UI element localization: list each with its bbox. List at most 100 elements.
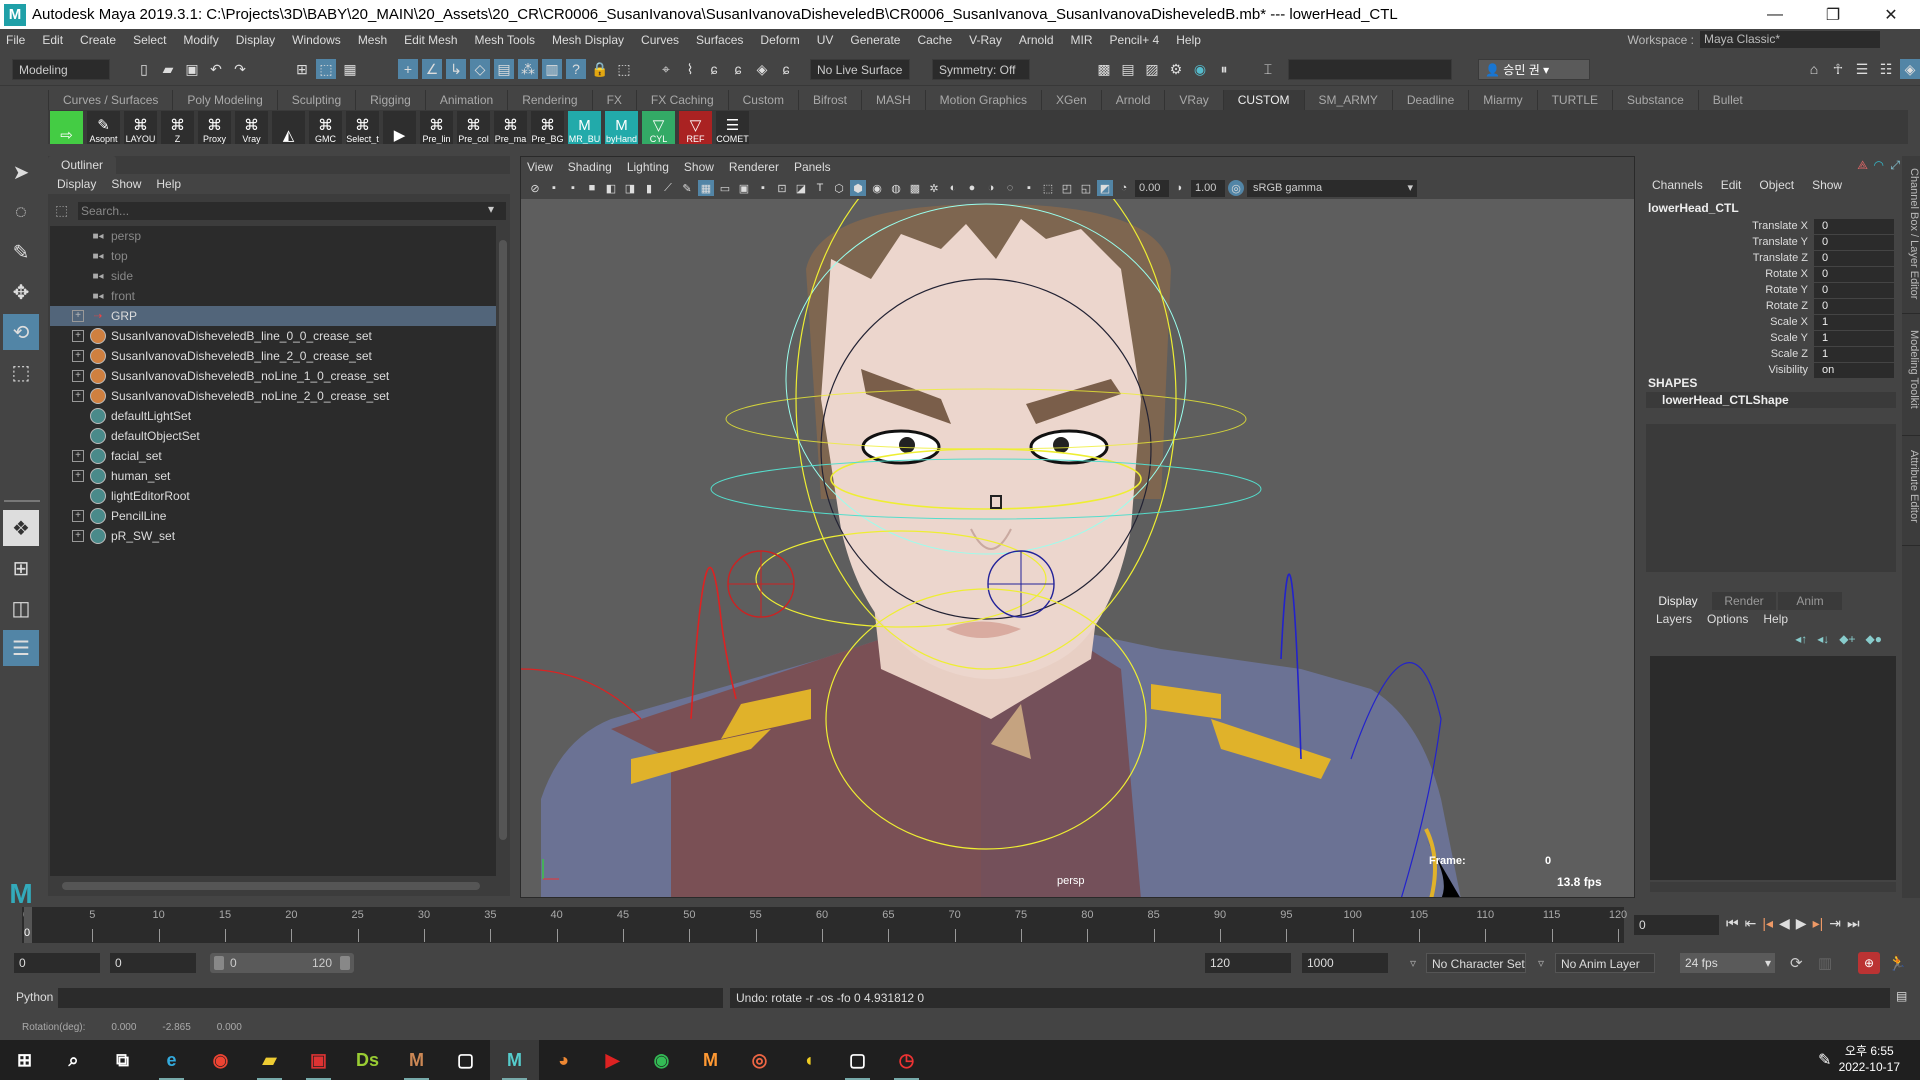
cb-menu-object[interactable]: Object <box>1759 178 1794 192</box>
select-camera-icon[interactable]: ⊘ <box>527 180 543 196</box>
channel-value-field[interactable]: on <box>1814 362 1894 378</box>
menu-deform[interactable]: Deform <box>760 33 799 47</box>
app-icon-yellow[interactable]: ◖ <box>784 1040 833 1080</box>
channel-label[interactable]: Rotate Z <box>1640 300 1814 312</box>
audio-icon[interactable]: ▥ <box>1818 954 1832 972</box>
marvelous-app-icon[interactable]: M <box>392 1040 441 1080</box>
expand-icon[interactable]: + <box>72 310 84 322</box>
layer-menu-layers[interactable]: Layers <box>1656 612 1692 626</box>
outliner-item[interactable]: defaultLightSet <box>50 406 496 426</box>
vp-menu-renderer[interactable]: Renderer <box>729 160 779 174</box>
shelf-tab-deadline[interactable]: Deadline <box>1391 90 1469 110</box>
outliner-item[interactable]: + ⇢ GRP <box>50 306 496 326</box>
paint-select-tool-icon[interactable]: ✎ <box>3 234 39 270</box>
chrome-icon[interactable]: ◉ <box>196 1040 245 1080</box>
menu-curves[interactable]: Curves <box>641 33 679 47</box>
snap-projected-icon[interactable]: ◇ <box>470 59 490 79</box>
xray-components-icon[interactable]: ◩ <box>1097 180 1113 196</box>
rotate-manip-icon[interactable]: ◠ <box>1874 158 1884 172</box>
modeling-toolkit-icon[interactable]: ⌂ <box>1804 59 1824 79</box>
snap-grid-icon[interactable]: + <box>398 59 418 79</box>
textured-icon[interactable]: ▩ <box>907 180 923 196</box>
shelf-tab-turtle[interactable]: TURTLE <box>1536 90 1613 110</box>
outliner-item[interactable]: ■◂ front <box>50 286 496 306</box>
shelf-tab-sm-army[interactable]: SM_ARMY <box>1303 90 1392 110</box>
camera-icon-3[interactable]: ◨ <box>622 180 638 196</box>
channel-value-field[interactable]: 0 <box>1814 298 1894 314</box>
shelf-button-vray[interactable]: ⌘ Vray <box>235 110 268 144</box>
step-back-key-icon[interactable]: ⇤ <box>1745 915 1757 932</box>
character-set-dropdown[interactable]: No Character Set <box>1426 953 1526 973</box>
shelf-button-asopnt[interactable]: ✎ Asopnt <box>87 110 120 144</box>
auto-key-icon[interactable]: ⊕ <box>1858 952 1880 974</box>
shelf-button-icon-0[interactable]: ⇨ <box>50 110 83 144</box>
app-icon-green-circle[interactable]: ◉ <box>637 1040 686 1080</box>
tab-modeling-toolkit[interactable]: Modeling Toolkit <box>1902 326 1920 436</box>
resolution-gate-icon[interactable]: ▣ <box>736 180 752 196</box>
app-icon-green[interactable]: ▢ <box>441 1040 490 1080</box>
snap-edge-icon[interactable]: ▥ <box>542 59 562 79</box>
expand-icon[interactable]: + <box>72 350 84 362</box>
wireframe-icon[interactable]: ⬡ <box>831 180 847 196</box>
render-view-icon[interactable]: ▤ <box>1118 59 1138 79</box>
outliner-menu-help[interactable]: Help <box>156 177 181 191</box>
shadows-icon[interactable]: ◐ <box>945 180 961 196</box>
layer-horizontal-scrollbar[interactable] <box>1650 882 1896 892</box>
new-scene-icon[interactable]: ▯ <box>134 59 154 79</box>
character-set-arrow-icon[interactable]: ▿ <box>1410 956 1416 970</box>
select-component-icon[interactable]: ▦ <box>340 59 360 79</box>
outliner-item[interactable]: + SusanIvanovaDisheveledB_noLine_2_0_crea… <box>50 386 496 406</box>
vp-menu-shading[interactable]: Shading <box>568 160 612 174</box>
outliner-search-input[interactable]: Search... <box>78 202 506 220</box>
depth-of-field-icon[interactable]: ▪ <box>1021 180 1037 196</box>
outliner-tab[interactable]: Outliner <box>48 156 116 174</box>
outliner-item[interactable]: ■◂ persp <box>50 226 496 246</box>
gamma-icon[interactable]: ◗ <box>1172 180 1188 196</box>
channel-label[interactable]: Scale Z <box>1640 348 1814 360</box>
use-lights-icon[interactable]: ✲ <box>926 180 942 196</box>
layer-tab-display[interactable]: Display <box>1646 592 1710 610</box>
playback-end-field[interactable]: 120 <box>1205 953 1291 973</box>
time-ruler[interactable]: 0 5 10 15 20 25 30 35 40 45 50 55 60 65 70 75 80 85 90 95 10… <box>22 907 1627 943</box>
viewport-panel[interactable]: View Shading Lighting Show Renderer Pane… <box>520 156 1635 898</box>
play-backwards-icon[interactable]: ◀ <box>1779 915 1790 932</box>
expand-icon[interactable]: + <box>72 510 84 522</box>
menu-vray[interactable]: V-Ray <box>969 33 1002 47</box>
go-to-start-icon[interactable]: ⏮ <box>1726 915 1739 932</box>
film-gate-icon[interactable]: ▭ <box>717 180 733 196</box>
channel-value-field[interactable]: 0 <box>1814 234 1894 250</box>
wireframe-on-shaded-icon[interactable]: ◍ <box>888 180 904 196</box>
command-language[interactable]: Python <box>16 990 53 1004</box>
tool-settings-icon[interactable]: ☷ <box>1876 59 1896 79</box>
tab-channel-box-layer-editor[interactable]: Channel Box / Layer Editor <box>1902 164 1920 314</box>
anim-layer-arrow-icon[interactable]: ▿ <box>1538 956 1544 970</box>
camera-attributes-icon[interactable]: ▪ <box>546 180 562 196</box>
end-time-field[interactable]: 1000 <box>1302 953 1388 973</box>
shelf-button-layou[interactable]: ⌘ LAYOU <box>124 110 157 144</box>
playback-start-field[interactable]: 0 <box>110 953 196 973</box>
grid-icon[interactable]: ▦ <box>698 180 714 196</box>
outliner-menu-display[interactable]: Display <box>57 177 96 191</box>
vp-menu-panels[interactable]: Panels <box>794 160 831 174</box>
user-account-dropdown[interactable]: 👤 승민 권 ▾ <box>1478 58 1590 80</box>
default-material-icon[interactable]: ◉ <box>869 180 885 196</box>
expand-icon[interactable]: + <box>72 330 84 342</box>
script-editor-icon[interactable]: ▤ <box>1896 989 1907 1003</box>
outliner-menu-show[interactable]: Show <box>111 177 141 191</box>
new-empty-layer-icon[interactable]: ◆+ <box>1839 632 1855 646</box>
open-scene-icon[interactable]: ▰ <box>158 59 178 79</box>
hypershade-icon[interactable]: ◉ <box>1190 59 1210 79</box>
outliner-item[interactable]: + SusanIvanovaDisheveledB_line_2_0_crease… <box>50 346 496 366</box>
shelf-button-icon-6[interactable]: ◭ <box>272 110 305 144</box>
task-view-icon[interactable]: ⧉ <box>98 1040 147 1080</box>
outliner-item[interactable]: + SusanIvanovaDisheveledB_line_0_0_crease… <box>50 326 496 346</box>
channel-value-field[interactable]: 1 <box>1814 346 1894 362</box>
layer-menu-options[interactable]: Options <box>1707 612 1748 626</box>
menu-create[interactable]: Create <box>80 33 116 47</box>
exposure-icon[interactable]: ◔ <box>1116 180 1132 196</box>
outliner-item[interactable]: lightEditorRoot <box>50 486 496 506</box>
menu-modify[interactable]: Modify <box>183 33 218 47</box>
select-hierarchy-icon[interactable]: ⊞ <box>292 59 312 79</box>
shelf-button-comet[interactable]: ☰ COMET <box>716 110 749 144</box>
menu-uv[interactable]: UV <box>817 33 834 47</box>
